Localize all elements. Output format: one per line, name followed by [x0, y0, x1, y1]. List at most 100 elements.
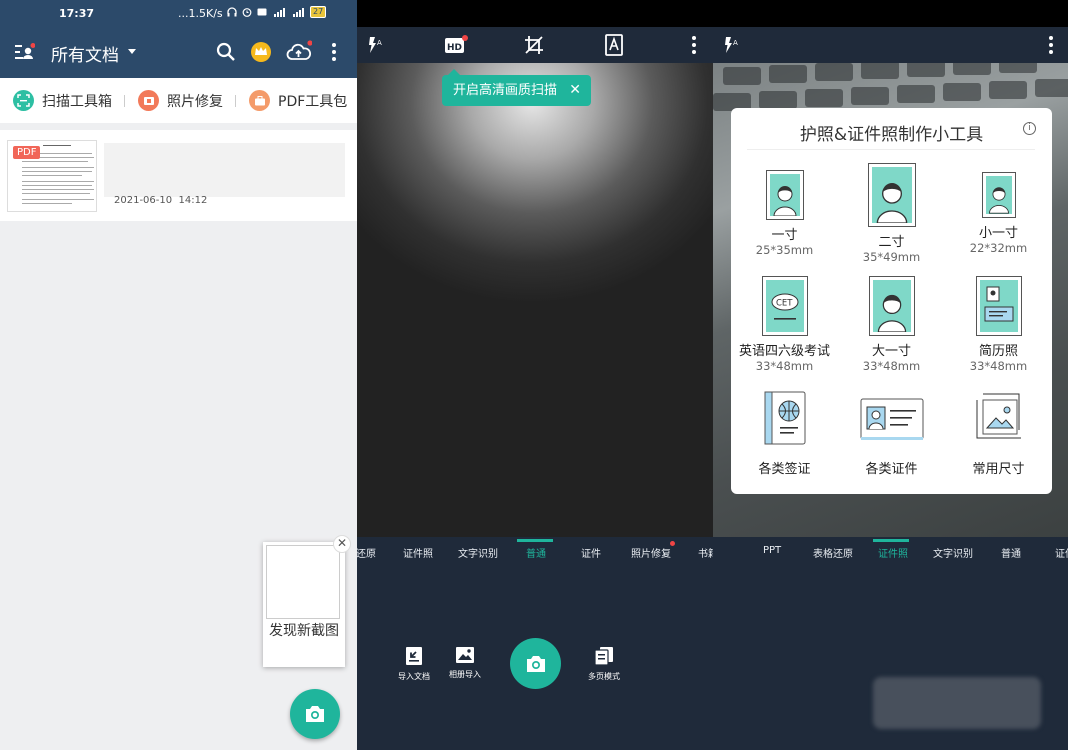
tool-shortcuts: 扫描工具箱 照片修复 PDF工具包 [0, 78, 357, 123]
card-title: 护照&证件照制作小工具 [799, 125, 984, 145]
album-import-button[interactable]: 相册导入 [445, 646, 485, 680]
signal-4g-icon [274, 8, 285, 17]
more-vertical-icon[interactable] [686, 35, 702, 55]
tab-photo-repair[interactable]: 照片修复 [631, 545, 671, 560]
portrait-icon [765, 170, 804, 220]
scan-toolbox-label: 扫描工具箱 [42, 93, 112, 110]
blurred-region [873, 677, 1041, 729]
tab-normal[interactable]: 普通 [526, 545, 546, 560]
multi-page-icon [594, 647, 613, 666]
resume-icon [975, 276, 1022, 336]
tab-id-photo[interactable]: 证件照 [403, 545, 433, 560]
common-size-label: 常用尺寸 [972, 462, 1025, 477]
active-mode-indicator [873, 539, 909, 542]
signal-icon [293, 8, 304, 17]
vip-crown-icon[interactable] [249, 40, 273, 64]
tab-ocr[interactable]: 文字识别 [458, 545, 498, 560]
tab-id-photo[interactable]: 证件照 [878, 545, 908, 560]
document-title-redacted [104, 143, 345, 197]
text-mode-icon[interactable] [605, 34, 623, 56]
status-icons: 27 [227, 6, 327, 18]
page-title[interactable]: 所有文档 [51, 41, 119, 66]
screenshot-thumbnail[interactable] [266, 545, 340, 619]
one-inch-size: 25*35mm [755, 243, 814, 257]
shutter-button[interactable] [510, 638, 561, 689]
visa-option[interactable]: 各类签证 [731, 390, 838, 477]
camera-fab-button[interactable] [290, 689, 340, 739]
gallery-icon [456, 647, 474, 663]
album-import-label: 相册导入 [449, 670, 481, 679]
id-photo-camera-screen: A PPT 表格还原 证件照 文字识别 普通 证件 护照&证件照制作小工具 i … [713, 0, 1068, 750]
flash-auto-icon[interactable]: A [722, 36, 740, 54]
close-icon[interactable]: ✕ [569, 75, 581, 106]
tab-certificate[interactable]: 证件 [581, 545, 601, 560]
two-inch-size: 35*49mm [862, 250, 921, 264]
more-vertical-icon[interactable] [1043, 35, 1059, 55]
network-speed: ...1.5K/s [178, 7, 223, 20]
document-thumbnail: PDF [7, 140, 97, 212]
id-card-label: 各类证件 [865, 462, 918, 477]
camera-icon [526, 655, 545, 672]
large-one-inch-size: 33*48mm [862, 359, 921, 373]
tab-normal[interactable]: 普通 [1001, 545, 1021, 560]
tab-book[interactable]: 书籍 [698, 545, 713, 560]
search-icon[interactable] [214, 40, 238, 64]
two-inch-option[interactable]: 二寸 35*49mm [838, 163, 945, 264]
document-item[interactable]: PDF 2021-06-10 14:12 [0, 130, 357, 221]
small-one-inch-option[interactable]: 小一寸 22*32mm [945, 172, 1052, 255]
portrait-icon [981, 172, 1016, 218]
chevron-down-icon[interactable] [128, 49, 136, 54]
resume-photo-label: 简历照 [978, 344, 1018, 359]
tab-ocr[interactable]: 文字识别 [933, 545, 973, 560]
import-document-button[interactable]: 导入文档 [394, 646, 434, 682]
import-document-icon [406, 647, 422, 665]
headphones-icon [227, 7, 237, 17]
small-one-inch-size: 22*32mm [969, 241, 1028, 255]
photo-repair-icon [138, 90, 159, 111]
tab-table-restore[interactable]: 表格还原 [813, 545, 853, 560]
id-card-icon [860, 398, 923, 440]
cet-card-icon: CET [761, 276, 808, 336]
hd-scan-tooltip[interactable]: 开启高清画质扫描 ✕ [442, 69, 591, 106]
crop-off-icon[interactable] [524, 35, 544, 55]
two-inch-label: 二寸 [878, 235, 905, 250]
resume-photo-option[interactable]: 简历照 33*48mm [945, 276, 1052, 373]
document-timestamp: 2021-06-10 14:12 [114, 195, 208, 206]
pdf-toolkit-button[interactable]: PDF工具包 [249, 90, 347, 111]
camera-preview[interactable] [357, 63, 713, 537]
passport-icon [764, 391, 805, 445]
one-inch-option[interactable]: 一寸 25*35mm [731, 170, 838, 257]
large-one-inch-option[interactable]: 大一寸 33*48mm [838, 276, 945, 373]
camera-icon [306, 706, 324, 722]
resume-photo-size: 33*48mm [969, 359, 1028, 373]
document-list-screen: 17:37 ...1.5K/s 27 所有文档 扫描工具箱 照片修复 PDF工具… [0, 0, 357, 750]
photo-repair-button[interactable]: 照片修复 [138, 90, 223, 111]
tab-ppt[interactable]: PPT [763, 545, 781, 556]
pdf-badge: PDF [13, 146, 41, 159]
pdf-toolkit-icon [249, 90, 270, 111]
multi-page-mode-button[interactable]: 多页模式 [584, 646, 624, 682]
status-bar: 17:37 ...1.5K/s 27 [0, 0, 357, 27]
cloud-upload-icon[interactable] [286, 40, 312, 64]
new-screenshot-label: 发现新截图 [269, 623, 339, 639]
new-badge [670, 541, 675, 546]
hd-icon[interactable]: HD [444, 35, 468, 55]
visa-label: 各类签证 [758, 462, 811, 477]
common-size-option[interactable]: 常用尺寸 [945, 390, 1052, 477]
pdf-toolkit-label: PDF工具包 [278, 93, 348, 110]
cet-exam-option[interactable]: CET 英语四六级考试 33*48mm [731, 276, 838, 373]
scan-toolbox-icon [13, 90, 34, 111]
close-icon[interactable]: ✕ [333, 535, 351, 553]
scan-toolbox-button[interactable]: 扫描工具箱 [13, 90, 112, 111]
new-screenshot-popup[interactable]: 发现新截图 ✕ [263, 535, 351, 667]
more-vertical-icon[interactable] [322, 40, 346, 64]
tab-certificate[interactable]: 证件 [1055, 545, 1068, 560]
alarm-icon [242, 8, 252, 17]
tab-restore[interactable]: 还原 [357, 545, 376, 560]
flash-auto-icon[interactable]: A [366, 36, 384, 54]
id-card-option[interactable]: 各类证件 [838, 390, 945, 477]
active-mode-indicator [517, 539, 553, 542]
info-icon[interactable]: i [1023, 122, 1036, 135]
svg-text:HD: HD [447, 43, 462, 53]
user-menu-icon[interactable] [15, 43, 35, 61]
